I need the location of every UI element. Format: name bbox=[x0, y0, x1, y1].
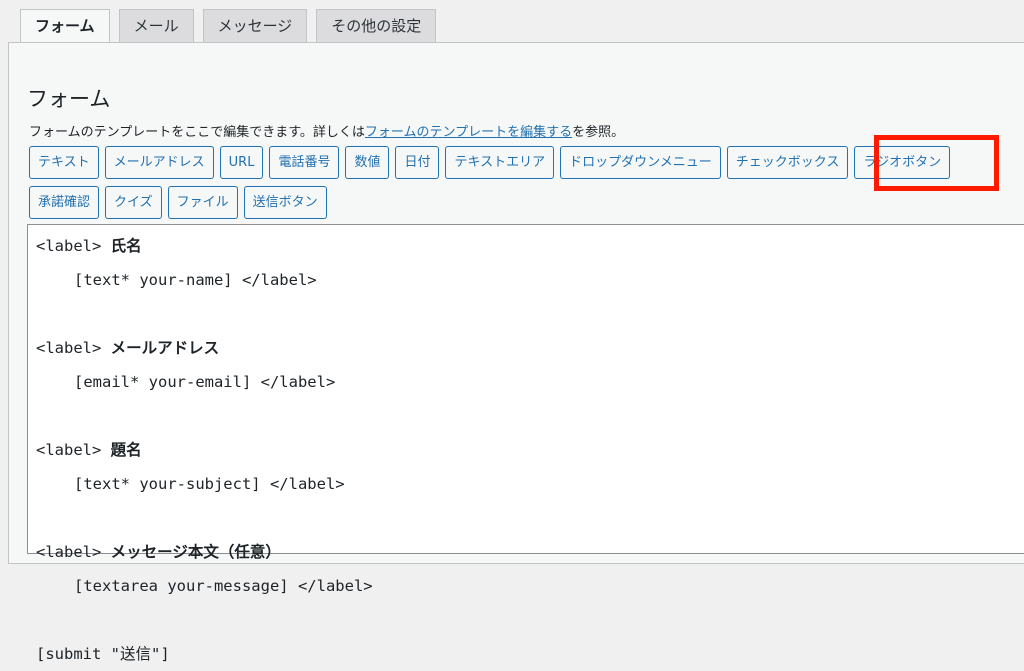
label-text: 氏名 bbox=[110, 237, 142, 255]
tag-button-date[interactable]: 日付 bbox=[395, 146, 440, 179]
tag-button-acceptance[interactable]: 承諾確認 bbox=[29, 186, 100, 219]
label-text: メールアドレス bbox=[110, 339, 220, 357]
tag-button-select[interactable]: ドロップダウンメニュー bbox=[560, 146, 721, 179]
editor-line: [submit "送信"] bbox=[36, 645, 170, 663]
tag-button-file[interactable]: ファイル bbox=[167, 186, 238, 219]
radio-button-highlight-box bbox=[874, 135, 999, 191]
description-suffix: を参照。 bbox=[572, 125, 625, 140]
editor-line: [text* your-subject] </label> bbox=[74, 475, 345, 493]
panel-description: フォームのテンプレートをここで編集できます。詳しくはフォームのテンプレートを編集… bbox=[29, 121, 624, 140]
tag-button-submit[interactable]: 送信ボタン bbox=[243, 186, 327, 219]
code-text: <label> bbox=[36, 441, 111, 459]
tab-form[interactable]: フォーム bbox=[20, 9, 110, 43]
form-template-editor[interactable]: <label> 氏名 [text* your-name] </label> <l… bbox=[27, 224, 1024, 663]
tag-button-email[interactable]: メールアドレス bbox=[104, 146, 214, 179]
tag-button-checkbox[interactable]: チェックボックス bbox=[726, 146, 849, 179]
code-text: <label> bbox=[36, 339, 111, 357]
tag-generator-row-2: 承諾確認 クイズ ファイル 送信ボタン bbox=[29, 186, 327, 219]
label-text: 題名 bbox=[110, 441, 142, 459]
editor-line: <label> 氏名 bbox=[36, 229, 1024, 263]
panel-title: フォーム bbox=[27, 87, 111, 111]
editor-line: [email* your-email] </label> bbox=[74, 373, 336, 391]
tag-button-quiz[interactable]: クイズ bbox=[105, 186, 162, 219]
tab-messages[interactable]: メッセージ bbox=[202, 9, 308, 42]
tag-generator-row-1: テキスト メールアドレス URL 電話番号 数値 日付 テキストエリア ドロップ… bbox=[29, 146, 951, 179]
code-text: <label> bbox=[36, 237, 111, 255]
editor-line: [textarea your-message] </label> bbox=[74, 577, 373, 595]
code-text: <label> bbox=[36, 543, 111, 561]
tab-bar: フォーム メール メッセージ その他の設定 bbox=[20, 9, 437, 43]
tab-mail[interactable]: メール bbox=[118, 9, 194, 42]
editor-line: <label> メールアドレス bbox=[36, 331, 1024, 365]
tag-button-text[interactable]: テキスト bbox=[29, 146, 99, 179]
tag-button-url[interactable]: URL bbox=[219, 146, 264, 179]
tab-other-settings[interactable]: その他の設定 bbox=[316, 9, 437, 42]
tag-button-number[interactable]: 数値 bbox=[345, 146, 390, 179]
tag-button-textarea[interactable]: テキストエリア bbox=[445, 146, 555, 179]
editor-line: [text* your-name] </label> bbox=[74, 271, 317, 289]
description-prefix: フォームのテンプレートをここで編集できます。詳しくは bbox=[29, 125, 365, 140]
label-text: メッセージ本文（任意） bbox=[110, 543, 281, 561]
template-docs-link[interactable]: フォームのテンプレートを編集する bbox=[365, 125, 572, 140]
editor-line: <label> メッセージ本文（任意） bbox=[36, 535, 1024, 569]
tag-button-tel[interactable]: 電話番号 bbox=[269, 146, 340, 179]
editor-line: <label> 題名 bbox=[36, 433, 1024, 467]
